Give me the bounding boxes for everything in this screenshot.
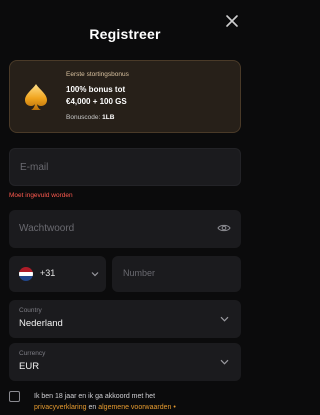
country-label: Country	[19, 307, 42, 314]
netherlands-flag-icon	[19, 267, 33, 281]
chevron-down-icon	[220, 316, 229, 322]
privacy-policy-link[interactable]: privacyverklaring	[34, 404, 87, 411]
bonus-headline: 100% bonus tot	[66, 85, 126, 94]
password-placeholder: Wachtwoord	[19, 223, 75, 234]
bonus-amount: €4,000 + 100 GS	[66, 97, 127, 106]
page-title: Registreer	[89, 26, 161, 42]
terms-link[interactable]: algemene voorwaarden	[98, 404, 171, 411]
chevron-down-icon	[91, 272, 99, 277]
flag-band-blue	[19, 276, 33, 281]
consent-suffix: •	[173, 404, 176, 411]
currency-value: EUR	[19, 361, 40, 372]
bonus-code-label: Bonuscode:	[66, 114, 101, 121]
dial-code: +31	[40, 268, 56, 278]
currency-select[interactable]: Currency EUR	[9, 343, 241, 381]
password-field[interactable]: Wachtwoord	[9, 210, 241, 248]
email-field[interactable]: E-mail	[9, 148, 241, 186]
consent-connector: en	[88, 404, 97, 411]
chevron-down-icon	[220, 359, 229, 365]
spade-icon	[25, 84, 47, 110]
currency-label: Currency	[19, 350, 46, 357]
phone-number-placeholder: Number	[123, 268, 156, 278]
email-placeholder: E-mail	[20, 162, 49, 173]
email-error-message: Moet ingevuld worden	[9, 192, 73, 199]
country-select[interactable]: Country Nederland	[9, 300, 241, 338]
terms-consent: Ik ben 18 jaar en ik ga akkoord met het …	[9, 388, 244, 415]
bonus-card: Eerste stortingsbonus 100% bonus tot €4,…	[9, 60, 241, 133]
phone-country-code-select[interactable]: +31	[9, 256, 106, 292]
terms-checkbox[interactable]	[9, 391, 20, 402]
bonus-code: Bonuscode: 1LB	[66, 114, 114, 121]
bonus-eyebrow: Eerste stortingsbonus	[66, 71, 129, 78]
bonus-code-value: 1LB	[102, 114, 115, 121]
consent-statement: Ik ben 18 jaar en ik ga akkoord met het	[34, 393, 156, 400]
registration-screen: Registreer Eerste stortingsbonus 100% bo…	[0, 0, 250, 415]
consent-text: Ik ben 18 jaar en ik ga akkoord met het …	[34, 391, 244, 413]
eye-icon[interactable]	[217, 223, 231, 233]
header: Registreer	[0, 0, 250, 56]
phone-number-input[interactable]: Number	[112, 256, 241, 292]
country-value: Nederland	[19, 318, 63, 329]
close-icon[interactable]	[225, 14, 239, 28]
